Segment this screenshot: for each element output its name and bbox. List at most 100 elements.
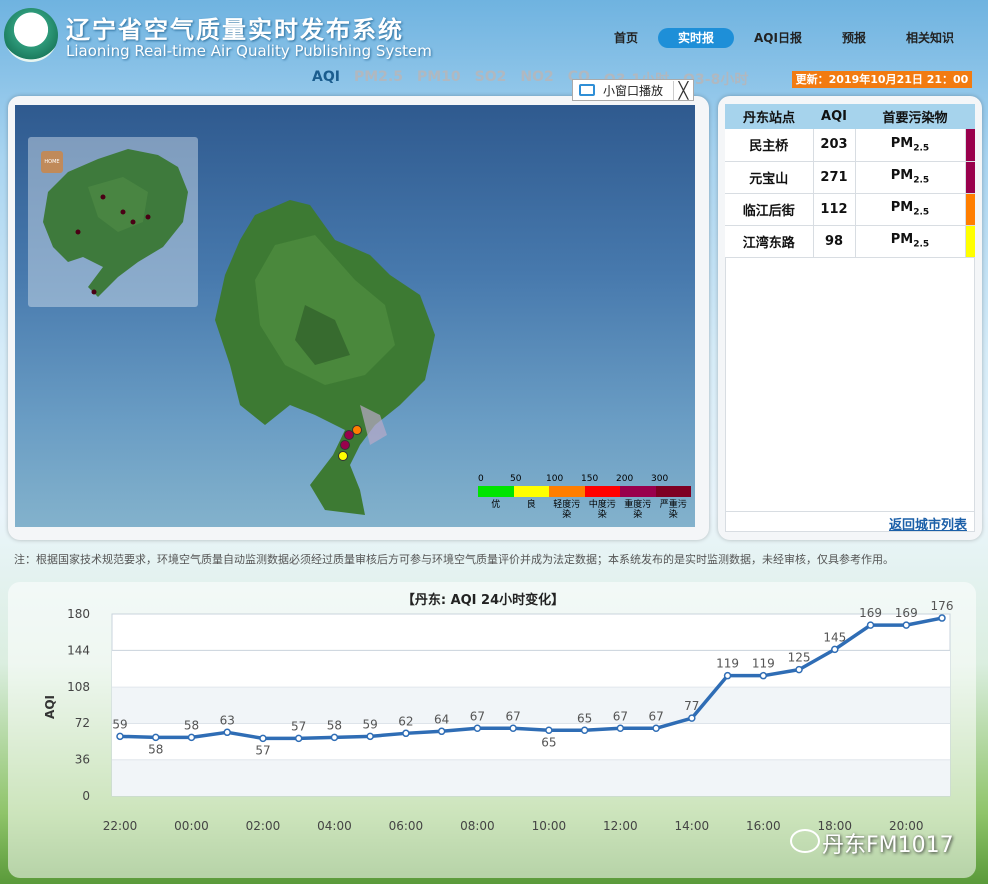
station-aqi: 271 <box>813 161 856 194</box>
aqi-data-label: 145 <box>823 630 846 644</box>
station-marker-minzhuqiao <box>344 430 354 440</box>
map-view[interactable]: HOME 0 50 100 150 200 300 优 良 轻度污染 中度污染 … <box>15 105 695 527</box>
pollutant-pm10[interactable]: PM10 <box>417 69 461 89</box>
station-panel: 丹东站点 AQI 首要污染物 民主桥 203 PM2.5 元宝山 271 PM2… <box>718 96 982 540</box>
pollutant-name: PM <box>890 135 914 151</box>
nav-realtime[interactable]: 实时报 <box>657 28 734 48</box>
aqi-data-label: 58 <box>148 742 163 756</box>
station-name: 临江后街 <box>725 193 814 226</box>
legend-labels: 优 良 轻度污染 中度污染 重度污染 严重污染 <box>478 500 691 520</box>
legend-swatch-severe <box>655 486 691 497</box>
station-marker-linjiang <box>352 425 362 435</box>
legend-swatch-good <box>513 486 549 497</box>
station-aqi: 203 <box>813 129 856 162</box>
y-tick-label: 180 <box>67 607 90 621</box>
legend-label: 良 <box>526 500 536 510</box>
station-table: 丹东站点 AQI 首要污染物 民主桥 203 PM2.5 元宝山 271 PM2… <box>725 104 975 258</box>
pollutant-pm25[interactable]: PM2.5 <box>354 69 403 89</box>
aqi-data-point <box>545 726 553 735</box>
x-tick-label: 22:00 <box>103 819 138 833</box>
close-icon[interactable]: ╳ <box>673 80 693 100</box>
main-nav: 首页 实时报 AQI日报 预报 相关知识 <box>594 28 974 48</box>
pollutant-so2[interactable]: SO2 <box>475 69 507 89</box>
site-logo-icon <box>4 8 58 62</box>
station-marker-yuanbaoshan <box>340 440 350 450</box>
aqi-color-swatch <box>965 129 975 162</box>
aqi-data-label: 58 <box>184 718 199 732</box>
aqi-data-point <box>723 671 732 680</box>
legend-swatch-heavy <box>620 486 656 497</box>
aqi-data-label: 169 <box>895 606 918 620</box>
aqi-data-point <box>688 714 696 722</box>
header-pollutant: 首要污染物 <box>855 104 975 129</box>
aqi-data-label: 125 <box>788 651 811 665</box>
nav-forecast[interactable]: 预报 <box>822 28 886 48</box>
station-row[interactable]: 元宝山 271 PM2.5 <box>725 161 975 194</box>
station-row[interactable]: 民主桥 203 PM2.5 <box>725 129 975 162</box>
aqi-data-label: 77 <box>684 699 699 713</box>
wechat-icon <box>790 829 820 853</box>
station-pollutant: PM2.5 <box>855 161 966 194</box>
aqi-color-swatch <box>965 193 975 226</box>
pollutant-name: PM <box>890 168 914 184</box>
legend-label: 严重污染 <box>659 500 687 520</box>
station-row[interactable]: 江湾东路 98 PM2.5 <box>725 225 975 258</box>
aqi-data-label: 65 <box>577 711 592 725</box>
pollutant-sub: 2.5 <box>913 207 930 218</box>
y-tick-label: 72 <box>75 716 90 730</box>
tv-icon <box>579 84 595 96</box>
station-aqi: 98 <box>813 225 856 258</box>
y-tick-label: 36 <box>75 753 90 767</box>
aqi-data-label: 119 <box>716 657 739 671</box>
aqi-data-label: 65 <box>541 735 556 749</box>
aqi-data-point <box>759 671 768 680</box>
aqi-data-point <box>831 645 839 654</box>
aqi-data-point <box>366 732 374 741</box>
chart-grid-band <box>112 759 950 796</box>
pollutant-sub: 2.5 <box>913 143 930 154</box>
nav-aqi-daily[interactable]: AQI日报 <box>734 28 822 48</box>
legend-swatch-excellent <box>478 486 514 497</box>
station-name: 民主桥 <box>725 129 814 162</box>
site-title-en: Liaoning Real-time Air Quality Publishin… <box>66 42 432 60</box>
aqi-data-point <box>259 734 267 743</box>
nav-knowledge[interactable]: 相关知识 <box>886 28 974 48</box>
aqi-data-label: 67 <box>648 709 663 723</box>
return-city-list-link[interactable]: 返回城市列表 <box>725 511 975 533</box>
popout-window-button[interactable]: 小窗口播放 ╳ <box>572 79 694 101</box>
legend-ticks: 0 50 100 150 200 300 <box>478 474 691 486</box>
aqi-data-label: 57 <box>255 743 270 757</box>
aqi-data-point <box>223 728 231 737</box>
legend-label: 优 <box>491 500 501 510</box>
pollutant-no2[interactable]: NO2 <box>520 69 553 89</box>
aqi-data-label: 67 <box>470 709 485 723</box>
aqi-data-point <box>151 733 160 742</box>
y-tick-label: 108 <box>67 680 90 694</box>
nav-home[interactable]: 首页 <box>594 28 658 48</box>
station-table-header: 丹东站点 AQI 首要污染物 <box>725 104 975 129</box>
aqi-data-label: 62 <box>398 714 413 728</box>
legend-tick: 150 <box>581 474 599 484</box>
aqi-data-label: 67 <box>505 709 520 723</box>
header-station: 丹东站点 <box>725 104 813 129</box>
aqi-data-label: 119 <box>752 657 775 671</box>
aqi-data-point <box>116 732 124 741</box>
disclaimer-note: 注：根据国家技术规范要求，环境空气质量自动监测数据必须经过质量审核后方可参与环境… <box>14 553 894 566</box>
station-row[interactable]: 临江后街 112 PM2.5 <box>725 193 975 226</box>
aqi-data-point <box>187 733 196 742</box>
aqi-color-swatch <box>965 161 975 194</box>
legend-label: 中度污染 <box>588 500 616 520</box>
aqi-data-point <box>402 729 410 738</box>
station-name: 元宝山 <box>725 161 814 194</box>
pollutant-aqi[interactable]: AQI <box>312 69 340 89</box>
aqi-data-point <box>294 734 303 743</box>
aqi-data-point <box>437 727 446 736</box>
station-aqi: 112 <box>813 193 856 226</box>
pollutant-name: PM <box>890 232 914 248</box>
legend-tick: 100 <box>546 474 564 484</box>
aqi-data-point <box>795 665 803 674</box>
legend-tick: 50 <box>510 474 522 484</box>
pollutant-sub: 2.5 <box>913 175 930 186</box>
watermark-text: 丹东FM1017 <box>822 833 954 858</box>
aqi-data-label: 59 <box>363 717 378 731</box>
